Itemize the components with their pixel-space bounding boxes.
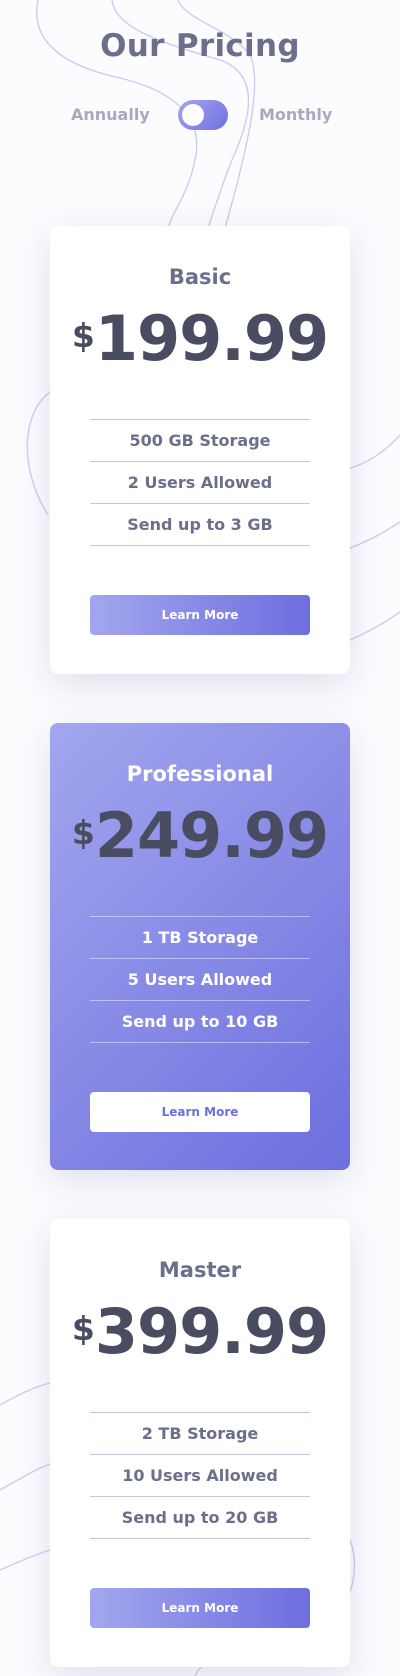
plan-name: Professional	[126, 762, 274, 786]
billing-period-toggle-row: Annually Monthly	[0, 100, 400, 130]
learn-more-button[interactable]: Learn More	[90, 595, 310, 635]
pricing-card-master: Master $399.99 2 TB Storage 10 Users All…	[50, 1219, 350, 1667]
feature-item: 1 TB Storage	[90, 917, 310, 959]
billing-period-toggle[interactable]	[178, 100, 228, 130]
feature-list: 2 TB Storage 10 Users Allowed Send up to…	[90, 1412, 310, 1539]
plan-name: Master	[158, 1258, 242, 1282]
monthly-label[interactable]: Monthly	[259, 105, 332, 124]
feature-item: Send up to 20 GB	[90, 1497, 310, 1539]
price-amount: 199.99	[94, 302, 329, 375]
currency-symbol: $	[71, 1309, 95, 1348]
learn-more-button[interactable]: Learn More	[90, 1092, 310, 1132]
feature-item: 2 TB Storage	[90, 1413, 310, 1455]
pricing-card-basic: Basic $199.99 500 GB Storage 2 Users All…	[50, 226, 350, 674]
feature-item: 10 Users Allowed	[90, 1455, 310, 1497]
toggle-knob	[182, 104, 204, 126]
currency-symbol: $	[71, 316, 95, 355]
plan-price: $199.99	[50, 304, 350, 384]
feature-item: Send up to 10 GB	[90, 1001, 310, 1043]
feature-item: Send up to 3 GB	[90, 504, 310, 546]
feature-item: 5 Users Allowed	[90, 959, 310, 1001]
price-amount: 249.99	[94, 799, 329, 872]
annually-label[interactable]: Annually	[71, 105, 150, 124]
plan-price: $249.99	[50, 801, 350, 881]
feature-list: 1 TB Storage 5 Users Allowed Send up to …	[90, 916, 310, 1043]
price-amount: 399.99	[94, 1295, 329, 1368]
feature-item: 500 GB Storage	[90, 420, 310, 462]
plan-price: $399.99	[50, 1297, 350, 1377]
feature-item: 2 Users Allowed	[90, 462, 310, 504]
learn-more-button[interactable]: Learn More	[90, 1588, 310, 1628]
page-title: Our Pricing	[100, 28, 300, 64]
pricing-card-professional: Professional $249.99 1 TB Storage 5 User…	[50, 723, 350, 1170]
feature-list: 500 GB Storage 2 Users Allowed Send up t…	[90, 419, 310, 546]
currency-symbol: $	[71, 813, 95, 852]
plan-name: Basic	[168, 265, 232, 289]
